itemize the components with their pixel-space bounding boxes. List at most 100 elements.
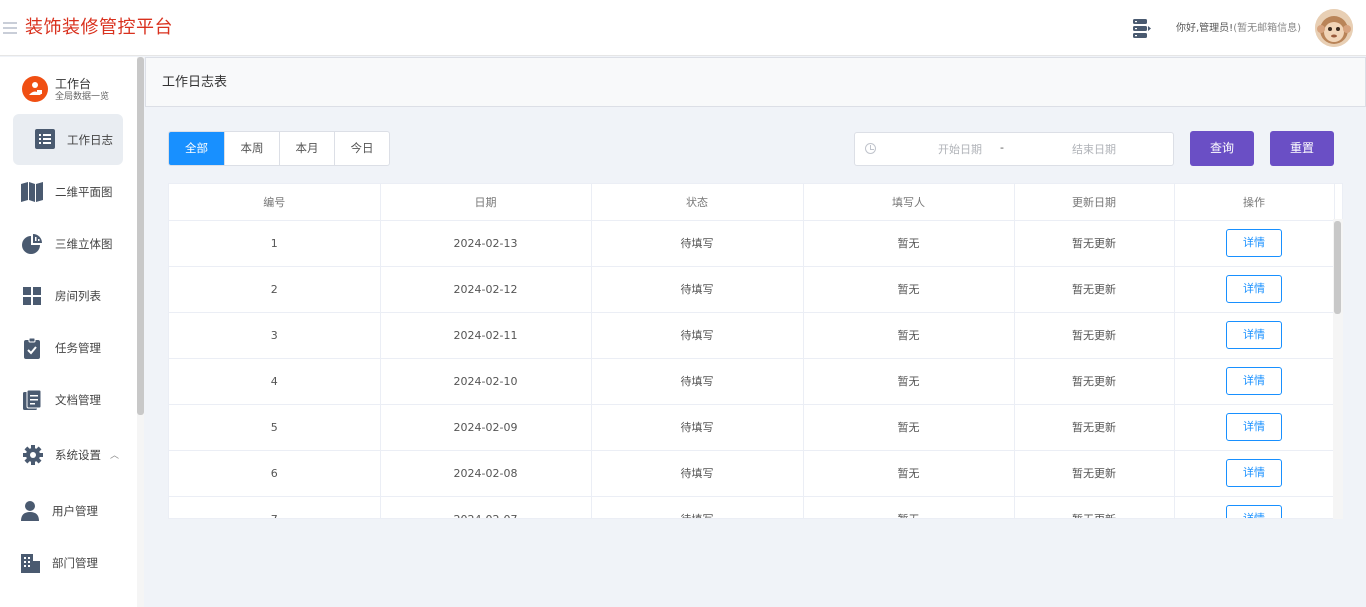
cell-id: 2 <box>169 266 381 313</box>
sidebar-item-label: 用户管理 <box>52 504 98 518</box>
cell-writer: 暂无 <box>803 266 1015 313</box>
sidebar-item-label: 工作日志 <box>67 133 113 147</box>
cell-updated: 暂无更新 <box>1014 358 1175 405</box>
end-date-input[interactable]: 结束日期 <box>1049 143 1139 157</box>
detail-button[interactable]: 详情 <box>1226 367 1282 395</box>
filter-today-button[interactable]: 今日 <box>334 132 389 165</box>
sidebar-item-document-management[interactable]: 文档管理 <box>0 380 137 420</box>
pie-chart-icon <box>22 234 42 254</box>
table-row: 7 2024-02-07 待填写 暂无 暂无更新 详情 <box>169 496 1335 518</box>
sidebar-item-label: 房间列表 <box>55 289 101 303</box>
cell-action: 详情 <box>1174 496 1335 518</box>
cell-action: 详情 <box>1174 312 1335 359</box>
sidebar-scrollbar[interactable] <box>137 57 144 607</box>
page-header: 工作日志表 <box>145 57 1366 107</box>
query-button[interactable]: 查询 <box>1190 131 1254 166</box>
sidebar-item-room-list[interactable]: 房间列表 <box>0 276 137 316</box>
column-header: 操作 <box>1174 184 1335 221</box>
cell-status: 待填写 <box>591 404 804 451</box>
building-icon <box>21 554 40 573</box>
column-header: 状态 <box>591 184 804 221</box>
cell-writer: 暂无 <box>803 312 1015 359</box>
cell-id: 4 <box>169 358 381 405</box>
table-row: 2 2024-02-12 待填写 暂无 暂无更新 详情 <box>169 266 1335 313</box>
table-row: 4 2024-02-10 待填写 暂无 暂无更新 详情 <box>169 358 1335 405</box>
cell-status: 待填写 <box>591 496 804 518</box>
user-icon <box>21 501 39 521</box>
cell-date: 2024-02-09 <box>380 404 592 451</box>
cell-date: 2024-02-12 <box>380 266 592 313</box>
workspace-link[interactable]: 工作台 全局数据一览 <box>22 74 132 106</box>
cell-writer: 暂无 <box>803 404 1015 451</box>
avatar[interactable] <box>1315 9 1353 47</box>
table-scrollbar[interactable] <box>1333 219 1343 519</box>
sidebar-item-user-management[interactable]: 用户管理 <box>0 491 137 531</box>
cell-date: 2024-02-10 <box>380 358 592 405</box>
detail-button[interactable]: 详情 <box>1226 505 1282 518</box>
detail-button[interactable]: 详情 <box>1226 413 1282 441</box>
workspace-icon <box>22 76 48 102</box>
list-icon <box>35 129 55 149</box>
sidebar-item-work-log[interactable]: 工作日志 <box>13 114 123 165</box>
detail-button[interactable]: 详情 <box>1226 321 1282 349</box>
cell-updated: 暂无更新 <box>1014 450 1175 497</box>
cell-status: 待填写 <box>591 312 804 359</box>
sidebar-item-2d-plan[interactable]: 二维平面图 <box>0 172 137 212</box>
filter-this-week-button[interactable]: 本周 <box>224 132 279 165</box>
scrollbar-thumb[interactable] <box>1334 221 1341 314</box>
email-note: (暂无邮箱信息) <box>1233 23 1301 34</box>
table-row: 6 2024-02-08 待填写 暂无 暂无更新 详情 <box>169 450 1335 497</box>
cell-updated: 暂无更新 <box>1014 220 1175 267</box>
column-header: 更新日期 <box>1014 184 1175 221</box>
detail-button[interactable]: 详情 <box>1226 459 1282 487</box>
start-date-input[interactable]: 开始日期 <box>915 143 1005 157</box>
sidebar-item-label: 三维立体图 <box>55 237 113 251</box>
filter-all-button[interactable]: 全部 <box>169 132 224 165</box>
column-header: 日期 <box>380 184 592 221</box>
top-bar: 装饰装修管控平台 你好,管理员!(暂无邮箱信息) <box>0 0 1366 56</box>
date-range-picker[interactable]: 开始日期 - 结束日期 <box>854 132 1174 166</box>
table-row: 3 2024-02-11 待填写 暂无 暂无更新 详情 <box>169 312 1335 359</box>
cell-id: 6 <box>169 450 381 497</box>
reset-button[interactable]: 重置 <box>1270 131 1334 166</box>
cell-action: 详情 <box>1174 266 1335 313</box>
greeting-text: 你好,管理员! <box>1176 23 1234 34</box>
filter-this-month-button[interactable]: 本月 <box>279 132 334 165</box>
cell-updated: 暂无更新 <box>1014 312 1175 359</box>
cell-status: 待填写 <box>591 450 804 497</box>
detail-button[interactable]: 详情 <box>1226 229 1282 257</box>
cell-status: 待填写 <box>591 358 804 405</box>
sidebar-item-label: 任务管理 <box>55 341 101 355</box>
column-header: 填写人 <box>803 184 1015 221</box>
workspace-title: 工作台 <box>55 77 92 91</box>
detail-button[interactable]: 详情 <box>1226 275 1282 303</box>
cell-action: 详情 <box>1174 358 1335 405</box>
date-separator: - <box>1000 141 1004 154</box>
sidebar-item-department-management[interactable]: 部门管理 <box>0 543 137 583</box>
table-row: 1 2024-02-13 待填写 暂无 暂无更新 详情 <box>169 220 1335 267</box>
page-title: 工作日志表 <box>162 75 228 90</box>
sidebar-item-system-settings[interactable]: 系统设置 ︿ <box>0 435 137 475</box>
cell-action: 详情 <box>1174 220 1335 267</box>
sidebar-item-task-management[interactable]: 任务管理 <box>0 328 137 368</box>
cell-date: 2024-02-13 <box>380 220 592 267</box>
cell-status: 待填写 <box>591 220 804 267</box>
sidebar-item-label: 二维平面图 <box>55 185 113 199</box>
cell-date: 2024-02-11 <box>380 312 592 359</box>
cell-writer: 暂无 <box>803 358 1015 405</box>
sidebar: 工作台 全局数据一览 工作日志 二维平面图 三维立体图 房间列表 任务管理 文档… <box>0 57 137 607</box>
clock-icon <box>865 143 876 154</box>
cell-id: 1 <box>169 220 381 267</box>
cell-id: 7 <box>169 496 381 518</box>
scrollbar-thumb[interactable] <box>137 57 144 415</box>
hamburger-icon[interactable] <box>3 22 17 34</box>
period-filter: 全部 本周 本月 今日 <box>168 131 390 166</box>
cell-action: 详情 <box>1174 404 1335 451</box>
gear-icon <box>23 445 43 465</box>
server-menu-icon[interactable] <box>1130 17 1152 39</box>
user-greeting[interactable]: 你好,管理员!(暂无邮箱信息) <box>1176 22 1301 36</box>
table-header-row: 编号 日期 状态 填写人 更新日期 操作 <box>169 184 1335 221</box>
sidebar-item-3d-view[interactable]: 三维立体图 <box>0 224 137 264</box>
clipboard-check-icon <box>24 337 40 359</box>
cell-status: 待填写 <box>591 266 804 313</box>
